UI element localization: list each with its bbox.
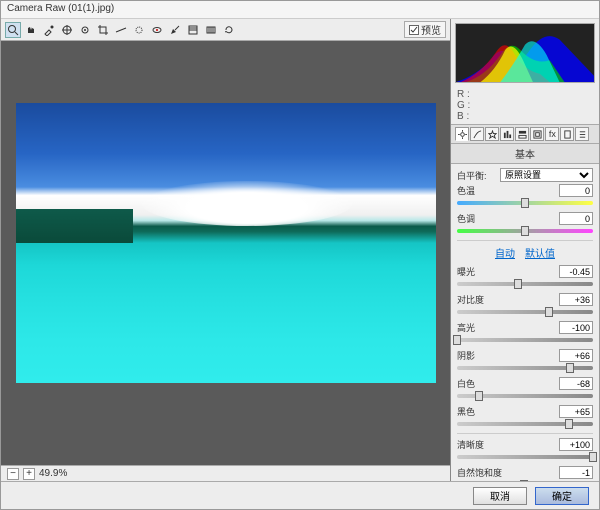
redeye-tool-icon[interactable] xyxy=(149,22,165,38)
prefs-icon[interactable] xyxy=(203,22,219,38)
slider-track[interactable] xyxy=(457,452,593,462)
tab-lens[interactable] xyxy=(530,127,544,141)
slider-track[interactable] xyxy=(457,307,593,317)
slider-label: 自然饱和度 xyxy=(457,466,502,479)
slider-value-input[interactable] xyxy=(559,466,593,479)
tab-hsl[interactable] xyxy=(500,127,514,141)
slider-whites: 白色 xyxy=(457,377,593,401)
targeted-adjust-icon[interactable] xyxy=(77,22,93,38)
slider-track[interactable] xyxy=(457,198,593,208)
slider-track[interactable] xyxy=(457,419,593,429)
spot-removal-icon[interactable] xyxy=(131,22,147,38)
panel-tabs: fx xyxy=(451,124,599,144)
slider-label: 色调 xyxy=(457,212,475,225)
wb-label: 白平衡: xyxy=(457,169,497,182)
slider-label: 高光 xyxy=(457,321,475,334)
slider-value-input[interactable] xyxy=(559,349,593,362)
slider-label: 清晰度 xyxy=(457,438,484,451)
zoom-level: 49.9% xyxy=(39,468,67,479)
slider-label: 曝光 xyxy=(457,265,475,278)
checkbox-icon xyxy=(409,25,419,35)
svg-text:fx: fx xyxy=(548,130,556,139)
slider-value-input[interactable] xyxy=(559,377,593,390)
slider-track[interactable] xyxy=(457,363,593,373)
ok-button[interactable]: 确定 xyxy=(535,487,589,505)
image-canvas[interactable] xyxy=(1,41,450,465)
zoom-tool-icon[interactable] xyxy=(5,22,21,38)
slider-highlights: 高光 xyxy=(457,321,593,345)
crop-tool-icon[interactable] xyxy=(95,22,111,38)
slider-track[interactable] xyxy=(457,335,593,345)
default-link[interactable]: 默认值 xyxy=(525,245,555,260)
zoom-in-button[interactable]: + xyxy=(23,468,35,480)
grad-filter-icon[interactable] xyxy=(185,22,201,38)
slider-exposure: 曝光 xyxy=(457,265,593,289)
slider-value-input[interactable] xyxy=(559,265,593,278)
panel-title: 基本 xyxy=(451,144,599,164)
slider-thumb[interactable] xyxy=(453,335,461,345)
rotate-icon[interactable] xyxy=(221,22,237,38)
slider-track[interactable] xyxy=(457,480,593,481)
slider-value-input[interactable] xyxy=(559,438,593,451)
slider-label: 黑色 xyxy=(457,405,475,418)
zoom-out-button[interactable]: − xyxy=(7,468,19,480)
slider-value-input[interactable] xyxy=(559,321,593,334)
photo-preview xyxy=(16,103,436,383)
slider-shadows: 阴影 xyxy=(457,349,593,373)
slider-value-input[interactable] xyxy=(559,184,593,197)
slider-value-input[interactable] xyxy=(559,212,593,225)
slider-thumb[interactable] xyxy=(520,480,528,481)
status-bar: − + 49.9% xyxy=(1,465,450,481)
slider-label: 对比度 xyxy=(457,293,484,306)
slider-thumb[interactable] xyxy=(475,391,483,401)
slider-thumb[interactable] xyxy=(545,307,553,317)
slider-tint: 色调 xyxy=(457,212,593,236)
slider-track[interactable] xyxy=(457,279,593,289)
tab-detail[interactable] xyxy=(485,127,499,141)
wb-eyedropper-icon[interactable] xyxy=(41,22,57,38)
footer: 取消 确定 xyxy=(1,481,599,509)
basic-panel: 白平衡: 原照设置 色温色调 自动 默认值 曝光对比度高光阴影白色黑色 清晰度自… xyxy=(451,164,599,481)
slider-label: 白色 xyxy=(457,377,475,390)
slider-value-input[interactable] xyxy=(559,405,593,418)
slider-temp: 色温 xyxy=(457,184,593,208)
slider-value-input[interactable] xyxy=(559,293,593,306)
slider-label: 阴影 xyxy=(457,349,475,362)
slider-thumb[interactable] xyxy=(566,363,574,373)
tab-curve[interactable] xyxy=(470,127,484,141)
tab-cal[interactable] xyxy=(560,127,574,141)
slider-vibrance: 自然饱和度 xyxy=(457,466,593,481)
tab-fx[interactable]: fx xyxy=(545,127,559,141)
straighten-tool-icon[interactable] xyxy=(113,22,129,38)
slider-thumb[interactable] xyxy=(589,452,597,462)
slider-clarity: 清晰度 xyxy=(457,438,593,462)
adjust-brush-icon[interactable] xyxy=(167,22,183,38)
slider-track[interactable] xyxy=(457,391,593,401)
auto-link[interactable]: 自动 xyxy=(495,245,515,260)
slider-label: 色温 xyxy=(457,184,475,197)
tab-split[interactable] xyxy=(515,127,529,141)
hand-tool-icon[interactable] xyxy=(23,22,39,38)
cancel-button[interactable]: 取消 xyxy=(473,487,527,505)
preview-label: 预览 xyxy=(421,22,441,37)
slider-thumb[interactable] xyxy=(521,226,529,236)
window-title: Camera Raw (01(1).jpg) xyxy=(1,1,599,19)
tab-preset[interactable] xyxy=(575,127,589,141)
slider-thumb[interactable] xyxy=(514,279,522,289)
slider-contrast: 对比度 xyxy=(457,293,593,317)
slider-blacks: 黑色 xyxy=(457,405,593,429)
slider-thumb[interactable] xyxy=(521,198,529,208)
wb-select[interactable]: 原照设置 xyxy=(500,168,593,182)
color-sampler-icon[interactable] xyxy=(59,22,75,38)
slider-track[interactable] xyxy=(457,226,593,236)
preview-toggle[interactable]: 预览 xyxy=(404,21,446,38)
slider-thumb[interactable] xyxy=(565,419,573,429)
tab-basic[interactable] xyxy=(455,127,469,141)
histogram[interactable] xyxy=(455,23,595,83)
top-toolbar: 预览 xyxy=(1,19,450,41)
rgb-readout: R :G :B : xyxy=(451,87,599,124)
